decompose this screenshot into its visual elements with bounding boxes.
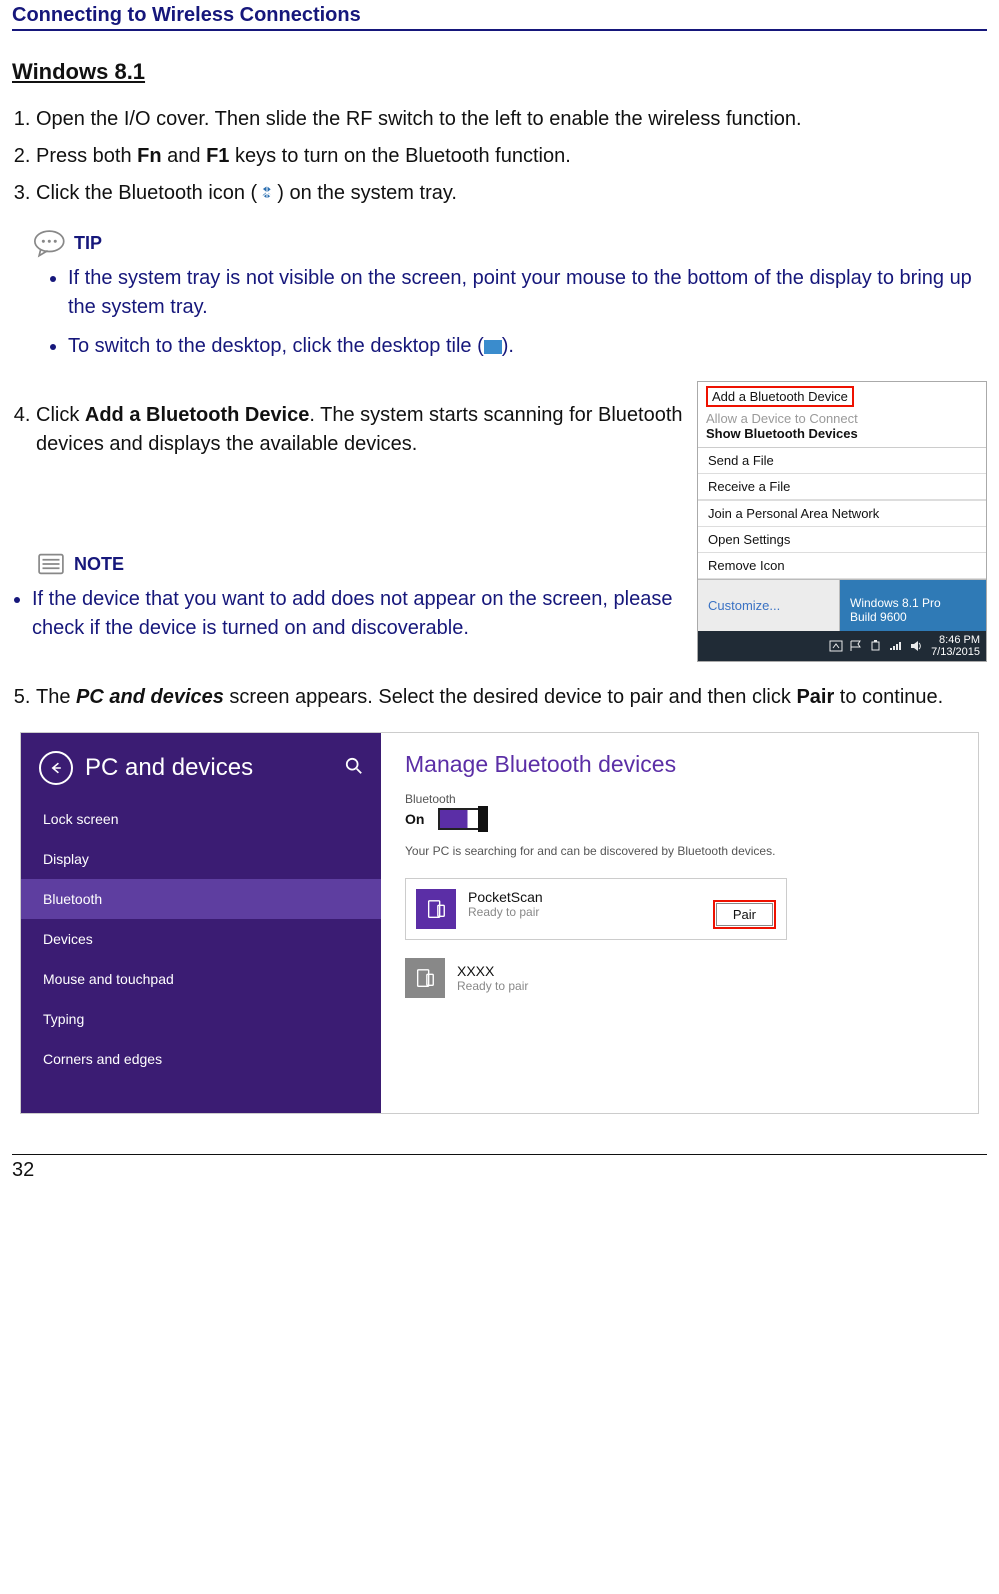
step4-bold: Add a Bluetooth Device [85,404,309,426]
pc-sidebar: PC and devices Lock screen Display Bluet… [21,733,381,1113]
signal-icon[interactable] [889,640,903,652]
pc-menu: Lock screen Display Bluetooth Devices Mo… [21,799,381,1079]
tip-item-2-pre: To switch to the desktop, click the desk… [68,335,484,357]
pc-devices-screenshot: PC and devices Lock screen Display Bluet… [20,732,979,1114]
step-2: Press both Fn and F1 keys to turn on the… [36,142,987,171]
menu-lock-screen[interactable]: Lock screen [21,799,381,839]
tip-list: If the system tray is not visible on the… [34,264,987,361]
tray-show-devices[interactable]: Show Bluetooth Devices [706,426,978,441]
device2-name: XXXX [457,963,528,979]
device2-status: Ready to pair [457,979,528,993]
menu-display[interactable]: Display [21,839,381,879]
step2-fn: Fn [137,145,161,167]
tray-windows-build: Windows 8.1 Pro Build 9600 [840,580,986,631]
device-pocketscan[interactable]: PocketScan Ready to pair Pair [405,878,787,940]
taskbar-date: 7/13/2015 [931,646,980,658]
section-title: Windows 8.1 [12,59,987,85]
note-label: NOTE [74,554,124,575]
page-header: Connecting to Wireless Connections [12,4,987,31]
taskbar: 8:46 PM 7/13/2015 [698,631,986,661]
tip-item-1: If the system tray is not visible on the… [68,264,987,322]
device1-status: Ready to pair [468,905,701,919]
note-item: If the device that you want to add does … [32,585,687,643]
step5-mid: screen appears. Select the desired devic… [224,686,797,708]
step5-italic: PC and devices [76,686,224,708]
step2-mid: and [162,145,206,167]
tip-icon [34,228,68,258]
step-4: Click Add a Bluetooth Device. The system… [36,401,687,459]
taskbar-time: 8:46 PM [931,634,980,646]
tip-item-1-text: If the system tray is not visible on the… [68,267,972,318]
pair-button[interactable]: Pair [716,903,773,926]
search-icon[interactable] [345,757,363,780]
back-button[interactable] [39,751,73,785]
pc-devices-title: PC and devices [85,754,333,782]
tray-remove-icon[interactable]: Remove Icon [698,553,986,579]
step4-pre: Click [36,404,85,426]
tip-item-2: To switch to the desktop, click the desk… [68,332,987,361]
step2-pre: Press both [36,145,137,167]
taskbar-icons [829,640,923,652]
step2-post: keys to turn on the Bluetooth function. [229,145,570,167]
system-tray-menu: Add a Bluetooth Device Allow a Device to… [697,381,987,662]
pc-content: Manage Bluetooth devices Bluetooth On Yo… [381,733,978,1113]
tip-label: TIP [74,233,102,254]
device-xxxx[interactable]: XXXX Ready to pair [405,958,765,998]
tray-add-bluetooth[interactable]: Add a Bluetooth Device [706,386,854,407]
menu-bluetooth[interactable]: Bluetooth [21,879,381,919]
menu-corners-edges[interactable]: Corners and edges [21,1039,381,1079]
steps-list-cont: Click Add a Bluetooth Device. The system… [12,401,687,459]
tray-winline1: Windows 8.1 Pro [850,596,980,610]
tip-heading: TIP [34,228,987,258]
volume-icon[interactable] [909,640,923,652]
menu-typing[interactable]: Typing [21,999,381,1039]
page-number: 32 [12,1154,987,1182]
step-5: The PC and devices screen appears. Selec… [36,683,987,712]
step5-post: to continue. [834,686,943,708]
manage-bt-title: Manage Bluetooth devices [405,751,954,778]
tip-item-2-post: ). [502,335,514,357]
taskbar-clock[interactable]: 8:46 PM 7/13/2015 [931,634,980,658]
device1-name: PocketScan [468,889,701,905]
note-block: NOTE If the device that you want to add … [34,549,687,643]
tray-receive-file[interactable]: Receive a File [698,474,986,500]
bt-searching-text: Your PC is searching for and can be disc… [405,844,954,858]
tray-customize[interactable]: Customize... [698,580,840,631]
tray-join-pan[interactable]: Join a Personal Area Network [698,500,986,527]
tray-winline2: Build 9600 [850,610,980,624]
steps-list-final: The PC and devices screen appears. Selec… [12,683,987,712]
tray-send-file[interactable]: Send a File [698,448,986,474]
note-heading: NOTE [34,549,687,579]
bt-sublabel: Bluetooth [405,792,954,806]
menu-devices[interactable]: Devices [21,919,381,959]
step2-f1: F1 [206,145,229,167]
device-icon [416,889,456,929]
arrow-up-icon[interactable] [829,640,843,652]
menu-mouse-touchpad[interactable]: Mouse and touchpad [21,959,381,999]
step3-post: ) on the system tray. [277,182,457,204]
tip-block: TIP If the system tray is not visible on… [34,228,987,361]
step3-pre: Click the Bluetooth icon ( [36,182,257,204]
bt-on-label: On [405,811,424,827]
tray-allow-connect: Allow a Device to Connect [706,411,978,426]
step-3: Click the Bluetooth icon ( ) on the syst… [36,179,987,208]
bluetooth-icon [257,183,277,203]
bt-toggle[interactable] [438,808,488,830]
device2-icon [405,958,445,998]
step5-bold: Pair [796,686,834,708]
desktop-tile-icon [484,340,502,354]
note-list: If the device that you want to add does … [12,585,687,643]
tray-open-settings[interactable]: Open Settings [698,527,986,553]
step-1: Open the I/O cover. Then slide the RF sw… [36,105,987,134]
pair-highlight: Pair [713,900,776,929]
flag-icon[interactable] [849,640,863,652]
step5-pre: The [36,686,76,708]
battery-icon[interactable] [869,640,883,652]
steps-list: Open the I/O cover. Then slide the RF sw… [12,105,987,208]
note-icon [34,549,68,579]
